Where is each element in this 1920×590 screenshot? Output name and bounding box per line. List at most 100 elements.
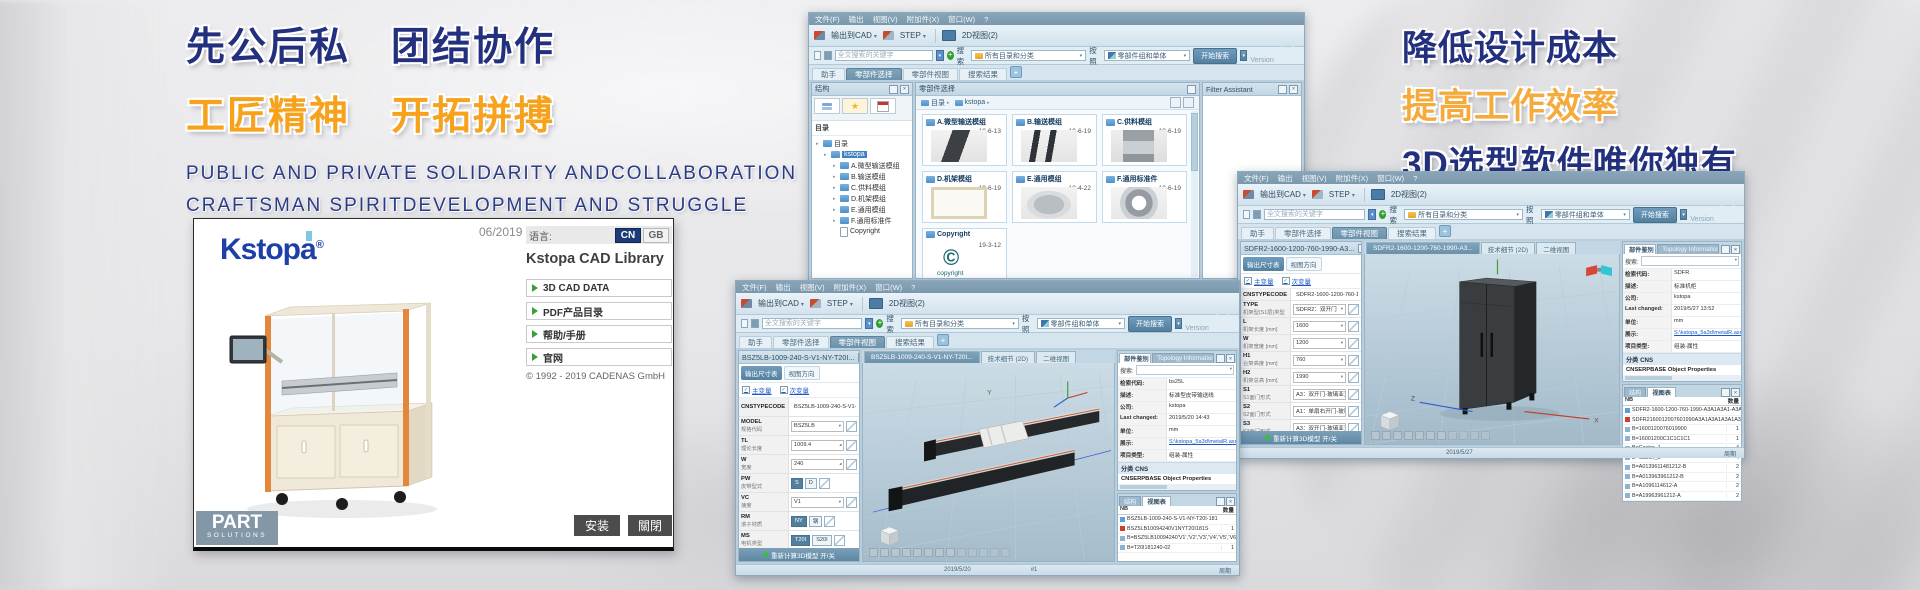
search-scope-select[interactable]: 所有目录和分类 bbox=[971, 50, 1086, 61]
close-button[interactable]: 關閉 bbox=[628, 515, 672, 536]
menu-item[interactable]: 附加件(X) bbox=[834, 282, 867, 293]
2d-derivation-tab[interactable]: 二维视图 bbox=[1536, 242, 1576, 254]
close-icon[interactable]: ✕ bbox=[1731, 388, 1740, 397]
app-tab[interactable]: 助手 bbox=[812, 68, 845, 80]
bom-row[interactable]: B=T20I181240-021 bbox=[1118, 544, 1236, 554]
menu-item[interactable]: 文件(F) bbox=[742, 282, 767, 293]
topology-tab[interactable]: Topology Information bbox=[1152, 353, 1214, 363]
start-search-button[interactable]: 开始搜索 bbox=[1193, 48, 1237, 64]
edit-icon[interactable] bbox=[824, 516, 835, 527]
toggle-option-selected[interactable]: T20I bbox=[791, 535, 810, 546]
tree-item[interactable]: B.输送模组 bbox=[812, 171, 912, 182]
edit-icon[interactable] bbox=[846, 421, 857, 432]
tree-item[interactable]: F.通用标准件 bbox=[812, 215, 912, 226]
bom-row[interactable]: BSZ5LB-1009-240-S-V1-NY-T20I-181 bbox=[1118, 515, 1236, 525]
expander-icon[interactable] bbox=[824, 152, 829, 158]
catalog-tile[interactable]: B.输送模组 19-6-19 bbox=[1012, 114, 1097, 166]
history-calendar-icon[interactable] bbox=[870, 98, 896, 114]
maximize-icon[interactable] bbox=[1216, 354, 1225, 363]
recalculate-3d-button[interactable]: 重新计算3D模型 开/关 bbox=[739, 548, 859, 561]
menu-item[interactable]: 文件(F) bbox=[1244, 173, 1269, 184]
install-button[interactable]: 安装 bbox=[574, 515, 620, 536]
maximize-icon[interactable] bbox=[1278, 85, 1287, 94]
start-search-button[interactable]: 开始搜索 bbox=[1633, 207, 1677, 223]
search-history-dropdown[interactable] bbox=[865, 318, 873, 329]
primary-variables-checkbox[interactable]: 主变量 bbox=[742, 385, 772, 395]
step-button[interactable]: STEP bbox=[1326, 189, 1358, 200]
bom-row[interactable]: B=16001200760199001 bbox=[1623, 425, 1741, 435]
value-field[interactable]: A1：单扇右开门-玻璃 bbox=[1293, 406, 1346, 417]
part-id-tab[interactable]: 部件鉴别 bbox=[1119, 353, 1151, 363]
edit-icon[interactable] bbox=[1348, 355, 1359, 366]
viewport-3d[interactable]: X Z bbox=[1364, 254, 1620, 445]
secondary-variables-checkbox[interactable]: 次变量 bbox=[1282, 276, 1312, 286]
bom-row[interactable]: SDFR2160012007601990A3A1A3A1A3A1A3A11 bbox=[1623, 416, 1741, 426]
bom-row[interactable]: B=16001200C1C1C1C11 bbox=[1623, 435, 1741, 445]
menu-item[interactable]: ? bbox=[1413, 174, 1417, 183]
menu-item[interactable]: 输出 bbox=[849, 14, 864, 25]
menu-item[interactable]: 视图(V) bbox=[800, 282, 825, 293]
add-tab-button[interactable]: + bbox=[937, 334, 949, 346]
value-field[interactable]: A3：双开门-玻璃亚克 bbox=[1293, 389, 1346, 400]
filter-toggle-icon[interactable] bbox=[1243, 210, 1250, 219]
catalog-layers-icon[interactable] bbox=[814, 98, 840, 114]
dimension-table-button[interactable]: 输出尺寸表 bbox=[1243, 257, 1284, 271]
view-grid-button[interactable] bbox=[1183, 97, 1194, 108]
search-scope-select[interactable]: 所有目录和分类 bbox=[901, 318, 1019, 329]
toggle-option[interactable]: D bbox=[805, 478, 817, 489]
secondary-variables-checkbox[interactable]: 次变量 bbox=[780, 385, 810, 395]
detail-search-select[interactable] bbox=[1641, 256, 1739, 266]
filter-toggle-icon[interactable] bbox=[741, 319, 748, 328]
scrollbar-thumb[interactable] bbox=[1191, 113, 1198, 171]
value-field[interactable]: 1009.4 bbox=[791, 440, 844, 451]
model-view-tab[interactable]: SDFR2-1600-1200-760-1990-A3... bbox=[1366, 242, 1480, 254]
menu-item-3d-cad[interactable]: 3D CAD DATA bbox=[526, 279, 672, 297]
app-tab[interactable]: 搜索结果 bbox=[1388, 227, 1436, 239]
close-icon[interactable]: ✕ bbox=[1731, 245, 1740, 254]
step-button[interactable]: STEP bbox=[824, 298, 856, 309]
view-direction-button[interactable]: 视图方向 bbox=[784, 366, 820, 380]
language-cn-button[interactable]: CN bbox=[615, 228, 641, 243]
detail-search-select[interactable] bbox=[1136, 365, 1234, 375]
search-mode-select[interactable]: 零部件组和单体 bbox=[1541, 209, 1630, 220]
menu-item[interactable]: 附加件(X) bbox=[907, 14, 940, 25]
value-field[interactable]: 1600 bbox=[1293, 321, 1346, 332]
expander-icon[interactable] bbox=[833, 218, 838, 224]
binocular-icon[interactable] bbox=[1253, 210, 1260, 219]
viewport-toolbar[interactable] bbox=[1371, 431, 1490, 440]
toggle-option-selected[interactable]: NY bbox=[791, 516, 807, 527]
model-view-tab[interactable]: BSZ5LB-1009-240-S-V1-NY-T20I... bbox=[864, 351, 980, 363]
add-tab-button[interactable]: + bbox=[1439, 225, 1451, 237]
app-tab[interactable]: 助手 bbox=[1241, 227, 1274, 239]
topology-tab[interactable]: Topology Information bbox=[1657, 244, 1719, 254]
expander-icon[interactable] bbox=[816, 141, 821, 147]
app-tab[interactable]: 搜索结果 bbox=[959, 68, 1007, 80]
edit-icon[interactable] bbox=[834, 535, 845, 546]
tree-item[interactable]: E.通用模组 bbox=[812, 204, 912, 215]
app-tab[interactable]: 零部件选择 bbox=[1275, 227, 1331, 239]
edit-icon[interactable] bbox=[846, 459, 857, 470]
menu-item[interactable]: 附加件(X) bbox=[1336, 173, 1369, 184]
search-history-dropdown[interactable] bbox=[1368, 209, 1376, 220]
menu-item[interactable]: 文件(F) bbox=[815, 14, 840, 25]
recalculate-3d-button[interactable]: 重新计算3D模型 开/关 bbox=[1241, 431, 1361, 444]
tree-item[interactable]: D.机架模组 bbox=[812, 193, 912, 204]
edit-icon[interactable] bbox=[846, 440, 857, 451]
favorites-star-icon[interactable]: ★ bbox=[842, 98, 868, 114]
expander-icon[interactable] bbox=[833, 174, 838, 180]
toggle-option[interactable]: 钢 bbox=[809, 516, 823, 527]
part-id-tab[interactable]: 部件鉴别 bbox=[1624, 244, 1656, 254]
tree-item[interactable]: A.微型输送模组 bbox=[812, 160, 912, 171]
menu-item[interactable]: 窗口(W) bbox=[1377, 173, 1404, 184]
app-tab[interactable]: 零部件视图 bbox=[1332, 227, 1388, 239]
breadcrumb-root[interactable]: 目录 bbox=[921, 98, 950, 108]
start-search-dropdown[interactable] bbox=[1240, 50, 1247, 61]
catalog-tile[interactable]: Copyright 19-3-12 © copyright bbox=[922, 228, 1007, 278]
catalog-tile[interactable]: E.通用模组 19-4-22 bbox=[1012, 171, 1097, 223]
edit-icon[interactable] bbox=[1348, 423, 1359, 431]
fulltext-search-input[interactable] bbox=[762, 318, 862, 329]
view-direction-button[interactable]: 视图方向 bbox=[1286, 257, 1322, 271]
edit-icon[interactable] bbox=[1348, 338, 1359, 349]
app-tab[interactable]: 搜索结果 bbox=[886, 336, 934, 348]
menu-item-pdf-catalog[interactable]: PDF产品目录 bbox=[526, 302, 672, 320]
